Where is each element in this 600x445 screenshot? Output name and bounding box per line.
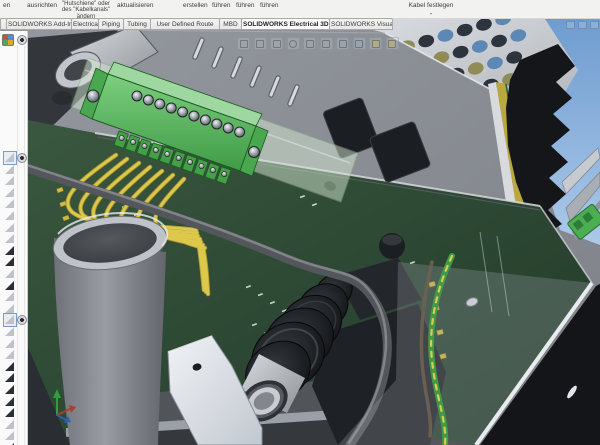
sheet-icon [5, 165, 14, 174]
appearance-icon[interactable] [369, 37, 382, 50]
zoom-area-icon[interactable] [254, 37, 267, 50]
tree-item[interactable] [0, 268, 27, 279]
scene-icon[interactable] [386, 37, 399, 50]
previous-view-icon[interactable] [270, 37, 283, 50]
sheet-icon [5, 327, 14, 336]
display-style-icon[interactable] [336, 37, 349, 50]
tab-solidworks-add-ins[interactable]: SOLIDWORKS Add-Ins [6, 18, 72, 30]
command-overflow-dash[interactable]: - [399, 9, 463, 18]
toolbar-label[interactable]: aktualisieren [117, 2, 154, 9]
toolbar-label[interactable]: ausrichten [27, 2, 57, 9]
sheet-icon [5, 292, 14, 301]
tree-item[interactable] [0, 198, 27, 209]
tree-item[interactable] [0, 256, 27, 267]
tree-header [2, 34, 27, 46]
eye-icon[interactable] [17, 35, 27, 45]
restore-icon[interactable] [578, 21, 587, 29]
sheet-icon [5, 234, 14, 243]
zoom-fit-icon[interactable] [237, 37, 250, 50]
tree-item[interactable] [0, 349, 27, 360]
command-tabs: SOLIDWORKS Add-InsElectricalPipingTubing… [0, 18, 392, 31]
eye-icon[interactable] [17, 315, 27, 325]
tab-user-defined-route[interactable]: User Defined Route [150, 18, 220, 30]
assembly-icon[interactable] [2, 34, 14, 46]
sheet-icon [5, 431, 14, 440]
tree-item[interactable] [0, 233, 27, 244]
tree-item[interactable] [0, 407, 27, 418]
tree-item[interactable] [0, 396, 27, 407]
tab-piping[interactable]: Piping [98, 18, 124, 30]
tree-item[interactable] [0, 222, 27, 233]
sheet-icon [5, 246, 14, 255]
toolbar-label[interactable]: führen [212, 2, 230, 9]
tree-item[interactable] [0, 245, 27, 256]
sheet-icon [5, 339, 14, 348]
view-orientation-icon[interactable] [320, 37, 333, 50]
tree-item[interactable] [0, 291, 27, 302]
tree-item[interactable] [0, 187, 27, 198]
toolbar-label[interactable]: führen [260, 2, 278, 9]
board-capacitor [379, 233, 405, 259]
sheet-icon [5, 257, 14, 266]
tree-item[interactable] [0, 152, 27, 163]
annotation-icon[interactable] [303, 37, 316, 50]
sheet-icon [5, 362, 14, 371]
tree-item[interactable] [0, 384, 27, 395]
sheet-icon [5, 211, 14, 220]
tab-electrical[interactable]: Electrical [71, 18, 99, 30]
sheet-icon [5, 188, 14, 197]
sheet-icon [5, 373, 14, 382]
toolbar-label[interactable]: erstellen [183, 2, 208, 9]
sheet-icon [5, 420, 14, 429]
toolbar-label[interactable]: Kabel festlegen [399, 2, 463, 9]
sheet-icon [5, 199, 14, 208]
toolbar-label[interactable]: en [3, 2, 10, 9]
sheet-icon [5, 176, 14, 185]
solidworks-window: enausrichten"Hutschiene" oder des "Kabel… [0, 0, 600, 445]
tree-item[interactable] [0, 361, 27, 372]
tree-item[interactable] [0, 210, 27, 221]
tree-item[interactable] [0, 280, 27, 291]
tab-solidworks-visualize[interactable]: SOLIDWORKS Visualize [329, 18, 393, 30]
sheet-icon [5, 281, 14, 290]
hide-show-icon[interactable] [353, 37, 366, 50]
tab-mbd[interactable]: MBD [219, 18, 242, 30]
sheet-icon [5, 153, 14, 162]
eye-icon[interactable] [17, 153, 27, 163]
sheet-icon [5, 315, 14, 324]
command-manager-bar: enausrichten"Hutschiene" oder des "Kabel… [0, 0, 600, 19]
section-view-icon[interactable] [287, 37, 300, 50]
tree-item[interactable] [0, 430, 27, 441]
toolbar-label[interactable]: führen [236, 2, 254, 9]
tree-item[interactable] [0, 314, 27, 325]
tab-solidworks-electrical-3d[interactable]: SOLIDWORKS Electrical 3D [241, 18, 330, 30]
sheet-icon [5, 304, 14, 313]
sheet-icon [5, 408, 14, 417]
sheet-icon [5, 269, 14, 278]
tree-item[interactable] [0, 338, 27, 349]
tree-item[interactable] [0, 303, 27, 314]
sheet-icon [5, 350, 14, 359]
minimize-icon[interactable] [566, 21, 575, 29]
tree-item[interactable] [0, 326, 27, 337]
sheet-icon [5, 397, 14, 406]
tree-item[interactable] [0, 372, 27, 383]
sheet-icon [5, 385, 14, 394]
close-icon[interactable] [590, 21, 599, 29]
viewport-3d[interactable] [0, 0, 600, 445]
tree-item[interactable] [0, 419, 27, 430]
tab-tubing[interactable]: Tubing [123, 18, 151, 30]
sheet-icon [5, 223, 14, 232]
tree-item[interactable] [0, 164, 27, 175]
feature-tree-strip[interactable] [0, 31, 28, 445]
tree-item[interactable] [0, 175, 27, 186]
